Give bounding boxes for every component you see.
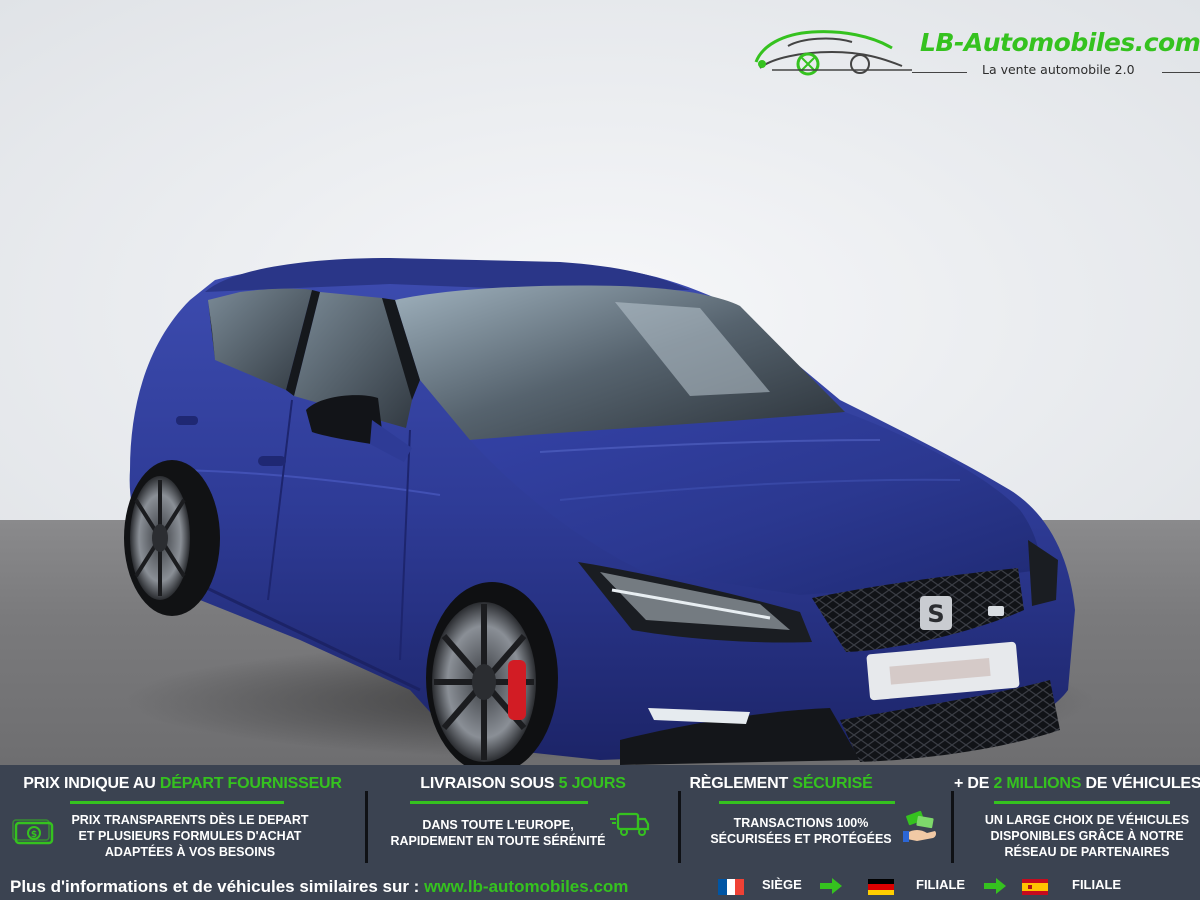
grille-badge-letter: S xyxy=(927,600,944,628)
more-info-line: Plus d'informations et de véhicules simi… xyxy=(10,877,628,897)
arrow-right-icon xyxy=(820,878,842,894)
location-label: SIÈGE xyxy=(762,877,802,892)
more-info-text: Plus d'informations et de véhicules simi… xyxy=(10,877,425,896)
brand-name: LB-Automobiles.com xyxy=(920,28,1200,57)
feature-description: PRIX TRANSPARENTS DÈS LE DEPART ET PLUSI… xyxy=(71,813,309,859)
feature-title: LIVRAISON SOUS 5 JOURS xyxy=(420,775,626,792)
feature-secure-payment: RÈGLEMENT SÉCURISÉ TRANSACTIONS 100% SÉC… xyxy=(681,765,951,865)
feature-transparent-price: PRIX INDIQUE AU DÉPART FOURNISSEUR $ PRI… xyxy=(0,765,365,865)
car-logo-icon xyxy=(754,30,912,76)
payment-hand-icon xyxy=(903,811,937,842)
feature-vehicle-stock: + DE 2 MILLIONS DE VÉHICULES UN LARGE CH… xyxy=(954,765,1200,865)
tagline-rule-left xyxy=(912,72,967,73)
feature-description: UN LARGE CHOIX DE VÉHICULES DISPONIBLES … xyxy=(984,813,1190,859)
brand-tagline: La vente automobile 2.0 xyxy=(982,62,1135,77)
feature-delivery: LIVRAISON SOUS 5 JOURS DANS TOUTE L'EURO… xyxy=(368,765,678,865)
feature-description: TRANSACTIONS 100% SÉCURISÉES ET PROTÉGÉE… xyxy=(710,816,892,846)
money-icon: $ xyxy=(12,819,54,845)
seat-badge: S xyxy=(920,596,952,630)
feature-underline xyxy=(719,801,895,804)
germany-flag-icon xyxy=(868,879,894,895)
feature-description: DANS TOUTE L'EUROPE, RAPIDEMENT EN TOUTE… xyxy=(390,818,606,848)
feature-title: + DE 2 MILLIONS DE VÉHICULES xyxy=(954,775,1200,792)
website-link[interactable]: www.lb-automobiles.com xyxy=(424,877,628,896)
feature-title: PRIX INDIQUE AU DÉPART FOURNISSEUR xyxy=(23,775,342,792)
france-flag-icon xyxy=(718,879,744,895)
spain-flag-icon xyxy=(1022,879,1048,895)
location-label: FILIALE xyxy=(1072,877,1122,892)
truck-icon xyxy=(610,812,650,836)
feature-underline xyxy=(70,801,284,804)
info-band: PRIX INDIQUE AU DÉPART FOURNISSEUR $ PRI… xyxy=(0,765,1200,900)
svg-text:$: $ xyxy=(31,830,37,840)
tagline-rule-right xyxy=(1162,72,1200,73)
brand-logo: LB-Automobiles.com La vente automobile 2… xyxy=(752,24,1200,84)
arrow-right-icon xyxy=(984,878,1006,894)
feature-underline xyxy=(410,801,588,804)
car-illustration: S xyxy=(124,258,1075,765)
feature-title: RÈGLEMENT SÉCURISÉ xyxy=(689,775,873,792)
listing-photo: S LB-Automobiles.com La vente automobile… xyxy=(0,0,1200,900)
location-label: FILIALE xyxy=(916,877,966,892)
feature-underline xyxy=(994,801,1170,804)
